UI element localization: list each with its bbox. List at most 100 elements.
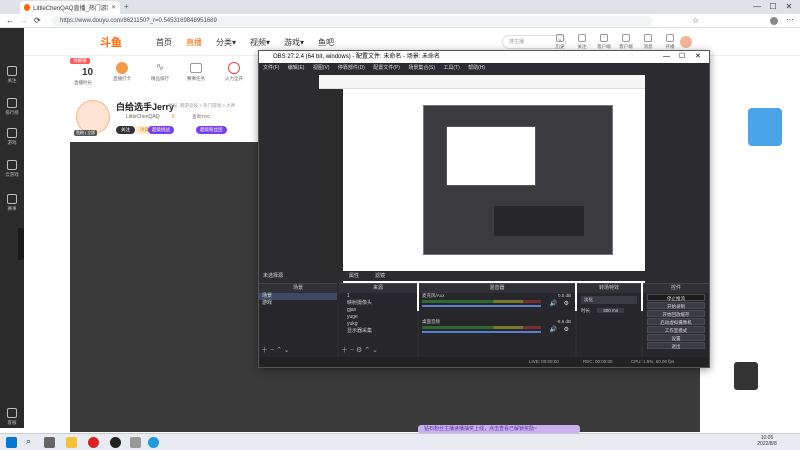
sidebar-item-events[interactable]: 赛事 <box>0 192 24 220</box>
go-live-button[interactable]: 开播 <box>660 34 680 50</box>
source-item[interactable]: yukg <box>339 321 417 328</box>
history-button[interactable]: 历史 <box>550 34 570 50</box>
client-button[interactable]: 客户端 <box>594 34 614 50</box>
minimize-button[interactable]: — <box>750 2 764 12</box>
sidebar-item-game[interactable]: 游戏 <box>0 126 24 154</box>
sidebar-collapse-handle[interactable] <box>18 228 24 260</box>
menu-edit[interactable]: 编辑(E) <box>288 65 305 71</box>
scene-item[interactable]: 场景 <box>259 293 337 300</box>
forward-icon[interactable]: → <box>20 16 28 25</box>
browser-tab[interactable]: LittleChenQAQ直播_热门游戏直 ✕ <box>20 1 120 14</box>
taskbar-clock[interactable]: 10:05 2022/8/8 <box>752 435 782 447</box>
stat-tasks[interactable]: 赛事任务 <box>180 60 212 82</box>
start-icon[interactable] <box>6 437 17 448</box>
room-level: 10 <box>82 67 94 78</box>
file-explorer-icon[interactable] <box>66 437 77 448</box>
nav-category[interactable]: 分类▾ <box>216 37 236 48</box>
search-icon[interactable]: ⌕ <box>26 436 31 447</box>
promo-image-bottom[interactable] <box>734 362 758 390</box>
sidebar-item-follow[interactable]: 关注 <box>0 64 24 92</box>
sidebar-item-cloud-game[interactable]: 云游戏 <box>0 158 24 186</box>
source-item[interactable]: 映射摄像头 <box>339 300 417 307</box>
netease-music-icon[interactable] <box>88 437 99 448</box>
obs-maximize-button[interactable]: ☐ <box>679 51 685 63</box>
source-item[interactable]: 显示器采集 <box>339 328 417 335</box>
close-window-button[interactable]: ✕ <box>782 2 796 12</box>
owner-name[interactable]: LittleChenQAQ <box>126 114 160 120</box>
back-icon[interactable]: ← <box>6 16 14 25</box>
promo-image-top[interactable] <box>748 108 782 146</box>
edge-icon[interactable] <box>148 437 159 448</box>
obs-close-button[interactable]: ✕ <box>695 51 701 63</box>
tag-challenge[interactable]: 超级挑战 <box>148 126 174 134</box>
menu-help[interactable]: 帮助(H) <box>468 65 485 71</box>
nav-live[interactable]: 直播 <box>186 37 202 48</box>
category-breadcrumb[interactable]: 网游竞技 > 热门游戏 > 大神 <box>180 103 235 109</box>
profile-icon[interactable] <box>770 17 778 25</box>
stop-streaming-button[interactable]: 停止推流 <box>647 294 705 301</box>
fan-badge[interactable]: 鱼粉 | 立即 <box>74 130 98 136</box>
new-tab-icon[interactable]: + <box>124 2 129 11</box>
properties-button[interactable]: 属性 <box>349 271 359 281</box>
unlock-badge[interactable]: 待解锁 <box>70 58 90 64</box>
reload-icon[interactable]: ⟳ <box>34 16 41 25</box>
maximize-button[interactable]: ☐ <box>766 2 780 12</box>
menu-scene-collection[interactable]: 场景集合(S) <box>408 65 435 71</box>
tag-super-fans[interactable]: 超级粉丝团 <box>196 126 227 134</box>
menu-docks[interactable]: 停靠部件(D) <box>338 65 365 71</box>
menu-tools[interactable]: 工具(T) <box>443 65 459 71</box>
volume-slider[interactable] <box>422 331 541 333</box>
app-icon[interactable] <box>130 437 141 448</box>
obs-minimize-button[interactable]: — <box>663 51 670 63</box>
obs-icon[interactable] <box>110 437 121 448</box>
task-view-icon[interactable] <box>44 437 55 448</box>
settings-button[interactable]: 设置 <box>647 334 705 341</box>
sidebar-label: 客服 <box>7 420 17 425</box>
nav-fishbar[interactable]: 鱼吧 <box>318 37 334 48</box>
channel-db: 0.0 dB <box>557 293 571 298</box>
channel-settings-icon[interactable]: ⚙ <box>564 326 569 333</box>
sidebar-item-service[interactable]: 客服 <box>0 406 24 434</box>
speaker-icon[interactable]: 🔊 <box>550 326 557 333</box>
virtual-camera-button[interactable]: 启动虚拟摄像机 <box>647 318 705 325</box>
streamer-avatar[interactable] <box>76 100 110 134</box>
follow-button[interactable]: 关注 <box>116 126 135 134</box>
speaker-icon[interactable]: 🔊 <box>550 300 557 307</box>
transition-select[interactable]: 淡化 <box>581 296 637 304</box>
app-download-button[interactable]: 客户端 <box>616 34 636 50</box>
extensions-icon[interactable]: ☆ <box>692 16 699 25</box>
stat-rank[interactable]: ∿ 精品排行 <box>144 60 176 82</box>
obs-title-bar: OBS 27.2.4 (64 bit, windows) - 配置文件: 未命名… <box>259 51 709 63</box>
menu-view[interactable]: 视图(V) <box>313 65 330 71</box>
channel-settings-icon[interactable]: ⚙ <box>564 300 569 307</box>
messages-button[interactable]: 消息 <box>638 34 658 50</box>
start-recording-button[interactable]: 开始录制 <box>647 302 705 309</box>
stat-firepower[interactable]: 火力全开 <box>218 60 250 82</box>
source-item[interactable]: 1 <box>339 293 417 300</box>
menu-icon[interactable]: ⋯ <box>786 15 794 24</box>
follow-button[interactable]: 关注 <box>572 34 592 50</box>
menu-file[interactable]: 文件(F) <box>263 65 279 71</box>
filters-button[interactable]: 滤镜 <box>375 271 385 281</box>
douyu-logo[interactable]: 斗鱼 <box>100 34 140 49</box>
mixer-channel-mic: 麦克风/Aux 0.0 dB 🔊 ⚙ <box>419 293 575 309</box>
nav-home[interactable]: 首页 <box>156 37 172 48</box>
source-item[interactable]: gjax <box>339 307 417 314</box>
source-item[interactable]: yuge <box>339 314 417 321</box>
studio-mode-button[interactable]: 工作室模式 <box>647 326 705 333</box>
duration-input[interactable]: 300 ms <box>597 308 625 313</box>
scene-item[interactable]: 游戏 <box>259 300 337 307</box>
user-avatar[interactable] <box>680 36 692 48</box>
channel-db: -6.6 dB <box>556 319 571 324</box>
menu-profile[interactable]: 配置文件(P) <box>373 65 400 71</box>
url-field[interactable]: https://www.douyu.com/8621150?_r=0.54531… <box>52 16 652 26</box>
nav-video[interactable]: 视频▾ <box>250 37 270 48</box>
replay-buffer-button[interactable]: 开始回放缓存 <box>647 310 705 317</box>
report-link[interactable]: 举报 <box>168 103 177 109</box>
nav-game[interactable]: 游戏▾ <box>284 37 304 48</box>
stat-checkin[interactable]: 直播打卡 <box>106 60 138 82</box>
exit-button[interactable]: 退出 <box>647 342 705 349</box>
volume-slider[interactable] <box>422 305 541 307</box>
close-tab-icon[interactable]: ✕ <box>111 4 116 11</box>
sidebar-item-rank[interactable]: 排行榜 <box>0 96 24 124</box>
